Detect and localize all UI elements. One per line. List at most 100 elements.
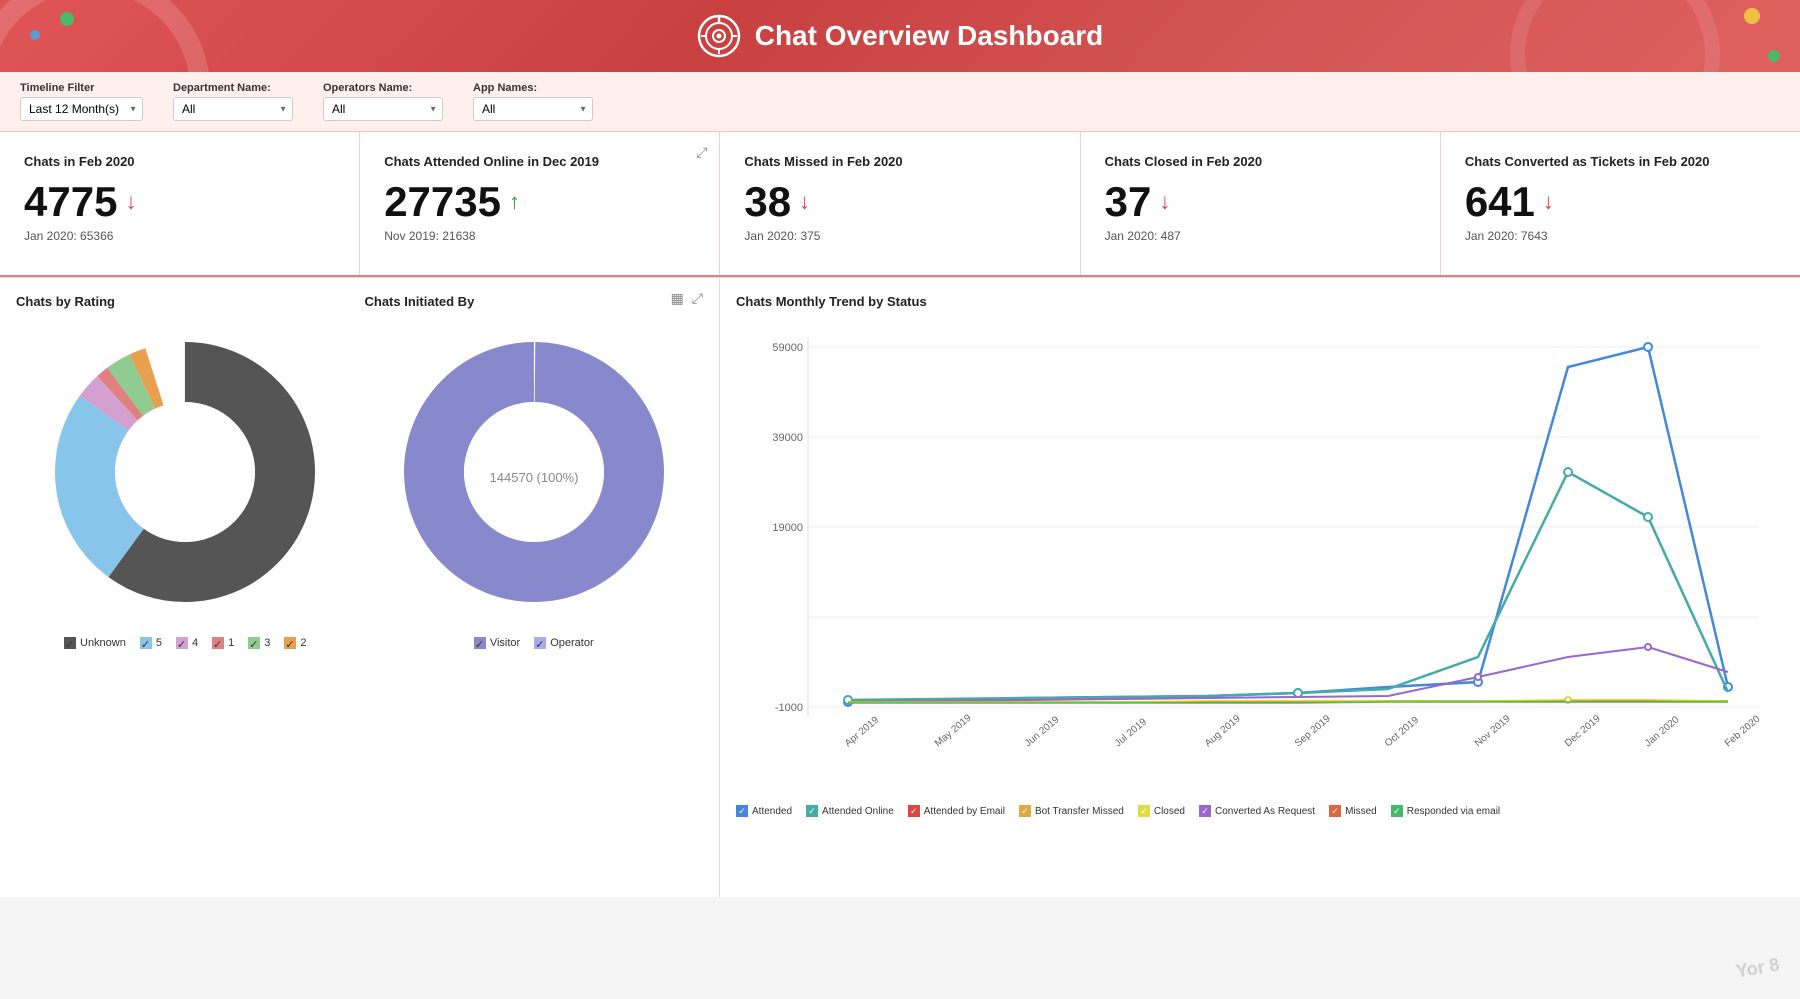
kpi-section: Chats in Feb 20204775↓Jan 2020: 65366⤢Ch… xyxy=(0,132,1800,277)
legend-check: ✓ xyxy=(1019,805,1031,817)
kpi-card-2: Chats Missed in Feb 202038↓Jan 2020: 375 xyxy=(720,132,1080,275)
department-select-wrapper[interactable]: All xyxy=(173,97,293,121)
kpi-title-3: Chats Closed in Feb 2020 xyxy=(1105,154,1416,171)
header-title-text: Chat Overview Dashboard xyxy=(755,20,1104,52)
svg-text:Apr 2019: Apr 2019 xyxy=(843,715,881,750)
svg-text:19000: 19000 xyxy=(772,522,803,534)
rating-legend-row: ✓Unknown✓5✓4✓1✓3✓2 xyxy=(64,637,306,649)
legend-check: ✓ xyxy=(736,805,748,817)
decorative-dot-blue xyxy=(30,30,40,40)
rating-legend: ✓Unknown✓5✓4✓1✓3✓2 xyxy=(56,637,314,649)
chart-legend-item: ✓Closed xyxy=(1138,805,1185,817)
legend-check: ✓ xyxy=(64,637,76,649)
legend-label: Attended Online xyxy=(822,806,894,817)
svg-text:Jan 2020: Jan 2020 xyxy=(1643,714,1682,749)
initiated-center-label: 144570 (100%) xyxy=(489,470,578,485)
timeline-select-wrapper[interactable]: Last 12 Month(s) Last 6 Month(s) Last 3 … xyxy=(20,97,143,121)
initiated-chart-title: Chats Initiated By xyxy=(365,294,475,309)
kpi-value-row-1: 27735↑ xyxy=(384,181,695,223)
operators-select-wrapper[interactable]: All xyxy=(323,97,443,121)
kpi-value-3: 37 xyxy=(1105,181,1152,223)
watermark: Yor 8 xyxy=(1735,954,1782,982)
expand-chart-icon[interactable]: ⤢ xyxy=(692,290,703,307)
operators-select[interactable]: All xyxy=(323,97,443,121)
trend-chart-legend: ✓Attended✓Attended Online✓Attended by Em… xyxy=(736,805,1780,817)
kpi-value-row-3: 37↓ xyxy=(1105,181,1416,223)
kpi-card-0: Chats in Feb 20204775↓Jan 2020: 65366 xyxy=(0,132,360,275)
legend-check: ✓ xyxy=(176,637,188,649)
filters-bar: Timeline Filter Last 12 Month(s) Last 6 … xyxy=(0,72,1800,132)
appnames-label: App Names: xyxy=(473,82,593,94)
trend-line-chart: 59000 39000 19000 -1000 Apr 2019 May 201… xyxy=(736,317,1780,797)
initiated-donut-chart: 144570 (100%) xyxy=(379,317,689,627)
kpi-value-0: 4775 xyxy=(24,181,117,223)
appnames-select-wrapper[interactable]: All xyxy=(473,97,593,121)
legend-item: ✓Visitor xyxy=(474,637,520,649)
page-header: Chat Overview Dashboard xyxy=(0,0,1800,72)
timeline-label: Timeline Filter xyxy=(20,82,143,94)
kpi-prev-1: Nov 2019: 21638 xyxy=(384,229,695,243)
kpi-title-0: Chats in Feb 2020 xyxy=(24,154,335,171)
legend-item: ✓Unknown xyxy=(64,637,126,649)
rating-donut-chart xyxy=(30,317,340,627)
svg-text:Nov 2019: Nov 2019 xyxy=(1473,713,1513,749)
legend-check: ✓ xyxy=(474,637,486,649)
chart-icons: ▦ ⤢ xyxy=(671,290,703,307)
chart-legend-item: ✓ Attended xyxy=(736,805,792,817)
kpi-arrow-1: ↑ xyxy=(509,189,520,215)
kpi-value-row-4: 641 ↓ xyxy=(1465,181,1776,223)
timeline-select[interactable]: Last 12 Month(s) Last 6 Month(s) Last 3 … xyxy=(20,97,143,121)
legend-item: ✓1 xyxy=(212,637,234,649)
chart-legend-item: ✓Missed xyxy=(1329,805,1377,817)
legend-label: 4 xyxy=(192,637,198,649)
trend-chart-title: Chats Monthly Trend by Status xyxy=(736,294,1780,309)
bottom-section: ▦ ⤢ Chats by Rating xyxy=(0,277,1800,897)
kpi-title-2: Chats Missed in Feb 2020 xyxy=(744,154,1055,171)
bar-chart-icon[interactable]: ▦ xyxy=(671,290,684,307)
decorative-dot-yellow xyxy=(1744,8,1760,24)
legend-check: ✓ xyxy=(1138,805,1150,817)
kpi-arrow-4: ↓ xyxy=(1543,189,1554,215)
donut-row: Chats by Rating xyxy=(16,294,703,649)
operators-label: Operators Name: xyxy=(323,82,443,94)
legend-check: ✓ xyxy=(534,637,546,649)
legend-check: ✓ xyxy=(248,637,260,649)
svg-text:Aug 2019: Aug 2019 xyxy=(1203,713,1243,749)
legend-check: ✓ xyxy=(908,805,920,817)
svg-text:May 2019: May 2019 xyxy=(933,712,974,749)
kpi-value-4: 641 xyxy=(1465,181,1535,223)
legend-check: ✓ xyxy=(806,805,818,817)
charts-left-panel: ▦ ⤢ Chats by Rating xyxy=(0,278,720,897)
legend-check: ✓ xyxy=(1199,805,1211,817)
trend-chart-panel: Chats Monthly Trend by Status 59000 3900… xyxy=(720,278,1800,897)
legend-item: ✓2 xyxy=(284,637,306,649)
expand-icon[interactable]: ⤢ xyxy=(696,144,707,161)
legend-label: Attended xyxy=(752,806,792,817)
kpi-prev-0: Jan 2020: 65366 xyxy=(24,229,335,243)
svg-text:Sep 2019: Sep 2019 xyxy=(1293,713,1333,749)
chart-legend-item: ✓Converted As Request xyxy=(1199,805,1315,817)
department-label: Department Name: xyxy=(173,82,293,94)
department-filter-group: Department Name: All xyxy=(173,82,293,121)
legend-label: 2 xyxy=(300,637,306,649)
appnames-select[interactable]: All xyxy=(473,97,593,121)
svg-text:Oct 2019: Oct 2019 xyxy=(1383,715,1421,750)
kpi-title-4: Chats Converted as Tickets in Feb 2020 xyxy=(1465,154,1776,171)
legend-label: Bot Transfer Missed xyxy=(1035,806,1124,817)
svg-text:Dec 2019: Dec 2019 xyxy=(1563,713,1603,749)
svg-text:59000: 59000 xyxy=(772,342,803,354)
kpi-prev-3: Jan 2020: 487 xyxy=(1105,229,1416,243)
chart-legend-item: ✓ Bot Transfer Missed xyxy=(1019,805,1124,817)
rating-donut-container: Chats by Rating xyxy=(16,294,355,649)
legend-label: Responded via email xyxy=(1407,806,1500,817)
kpi-value-row-2: 38↓ xyxy=(744,181,1055,223)
legend-label: Missed xyxy=(1345,806,1377,817)
department-select[interactable]: All xyxy=(173,97,293,121)
legend-item: ✓4 xyxy=(176,637,198,649)
svg-text:39000: 39000 xyxy=(772,432,803,444)
legend-item: ✓ Operator xyxy=(534,637,593,649)
kpi-card-1: ⤢Chats Attended Online in Dec 201927735↑… xyxy=(360,132,720,275)
legend-item: ✓3 xyxy=(248,637,270,649)
legend-label: Operator xyxy=(550,637,593,649)
initiated-legend: ✓Visitor✓Operator xyxy=(466,637,602,649)
